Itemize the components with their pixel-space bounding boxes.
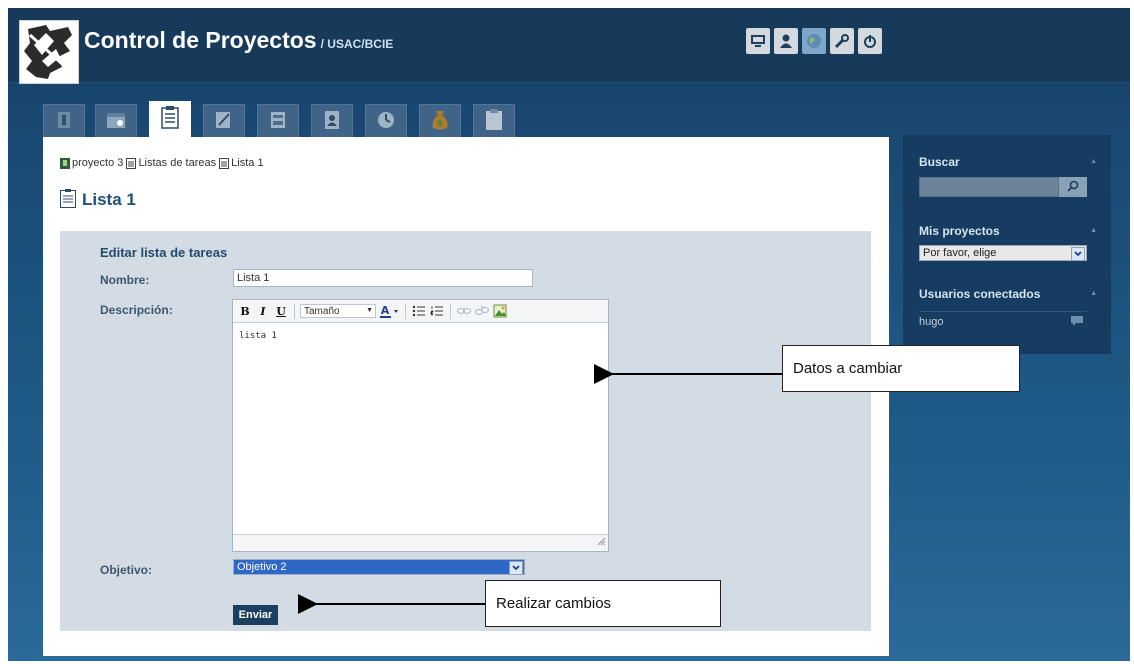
callout-arrows [298,364,782,614]
app-window: Control de Proyectos / USAC/BCIE $ proye… [8,8,1130,661]
